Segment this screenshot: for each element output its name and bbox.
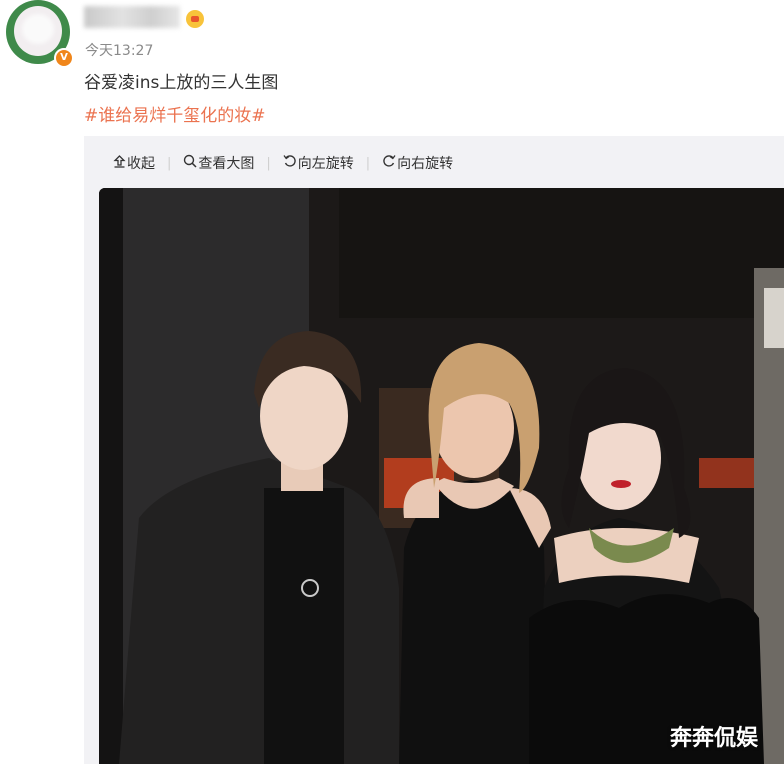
divider: | [167,155,172,171]
hashtag-link[interactable]: #谁给易烊千玺化的妆# [84,101,266,126]
divider: | [365,155,371,171]
rotate-left-icon [283,154,297,172]
rotate-right-label: 向右旋转 [397,156,454,172]
collapse-arrow-icon [113,154,126,172]
photo-watermark: 奔奔侃娱 [670,726,759,751]
avatar-blur [22,14,54,44]
rotate-right-icon [382,154,396,172]
username-blurred[interactable] [84,6,180,28]
post-time[interactable]: 今天13:27 [85,40,153,60]
photo-scene [99,188,784,764]
divider: | [266,155,271,171]
collapse-label: 收起 [127,156,155,172]
image-toolbar: 收起 | 查看大图 | 向左旋转 | 向右旋转 [113,152,453,174]
view-large-button[interactable]: 查看大图 [183,153,254,173]
rotate-left-label: 向左旋转 [297,156,354,172]
rotate-right-button[interactable]: 向右旋转 [382,153,453,173]
post-text: 谷爱凌ins上放的三人生图 [84,73,279,93]
member-crown-icon [186,10,204,28]
collapse-button[interactable]: 收起 [113,153,155,173]
magnifier-icon [183,154,197,172]
verified-badge-icon: V [54,48,74,68]
rotate-left-button[interactable]: 向左旋转 [283,153,354,173]
post-photo[interactable] [99,188,784,764]
view-large-label: 查看大图 [198,156,255,172]
